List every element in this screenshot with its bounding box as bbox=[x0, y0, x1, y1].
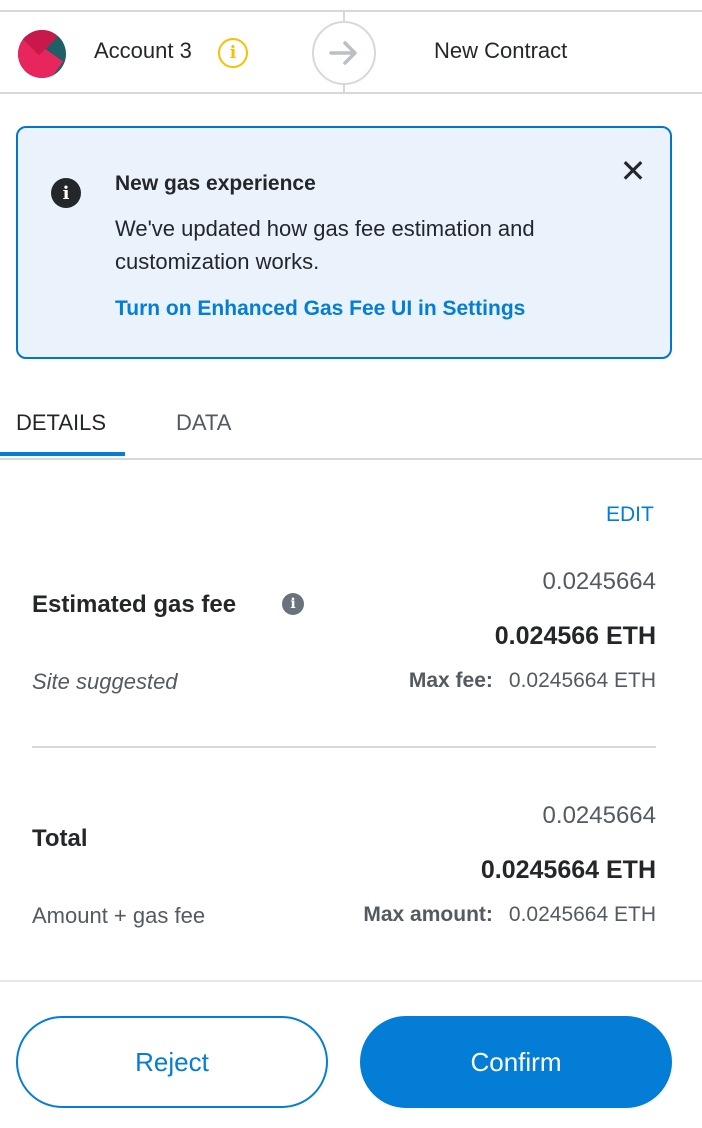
sender-to-recipient-bar: Account 3 i New Contract bbox=[0, 10, 702, 94]
enhanced-gas-settings-link[interactable]: Turn on Enhanced Gas Fee UI in Settings bbox=[115, 297, 525, 321]
active-tab-indicator bbox=[0, 452, 125, 456]
gas-fee-source: Site suggested bbox=[32, 669, 178, 694]
total-label: Total bbox=[32, 825, 88, 852]
total-secondary-value: 0.0245664 bbox=[542, 802, 656, 829]
tab-bar: DETAILS DATA bbox=[0, 394, 702, 460]
total-primary-value: 0.0245664 ETH bbox=[480, 856, 656, 884]
action-footer: Reject Confirm bbox=[0, 980, 702, 1128]
max-fee-row: Max fee: 0.0245664 ETH bbox=[409, 669, 656, 693]
details-divider bbox=[32, 746, 656, 748]
edit-gas-button[interactable]: EDIT bbox=[606, 503, 654, 527]
arrow-right-icon bbox=[312, 21, 376, 85]
close-icon[interactable]: ✕ bbox=[616, 154, 650, 188]
account-info-icon[interactable]: i bbox=[218, 38, 248, 68]
notice-body: We've updated how gas fee estimation and… bbox=[115, 216, 535, 274]
total-sub-label: Amount + gas fee bbox=[32, 903, 206, 928]
confirm-button[interactable]: Confirm bbox=[360, 1016, 672, 1108]
max-amount-label: Max amount: bbox=[363, 903, 493, 926]
gas-fee-info-icon[interactable]: i bbox=[282, 593, 304, 615]
gas-fee-secondary-value: 0.0245664 bbox=[542, 568, 656, 595]
confirm-transaction-page: Account 3 i New Contract i New gas exper… bbox=[0, 0, 702, 1128]
gas-experience-notice: i New gas experience We've updated how g… bbox=[16, 126, 672, 359]
gas-fee-primary-value: 0.024566 ETH bbox=[494, 622, 656, 650]
notice-title: New gas experience bbox=[115, 172, 316, 195]
account-avatar bbox=[18, 30, 66, 78]
estimated-gas-fee-label: Estimated gas fee bbox=[32, 591, 237, 618]
info-icon: i bbox=[51, 178, 81, 208]
tab-data[interactable]: DATA bbox=[176, 410, 231, 436]
recipient-label: New Contract bbox=[434, 38, 568, 63]
max-amount-row: Max amount: 0.0245664 ETH bbox=[363, 903, 656, 927]
max-fee-label: Max fee: bbox=[408, 669, 493, 692]
max-fee-value: 0.0245664 ETH bbox=[508, 669, 656, 692]
reject-button[interactable]: Reject bbox=[16, 1016, 328, 1108]
sender-account-name[interactable]: Account 3 bbox=[94, 38, 192, 64]
max-amount-value: 0.0245664 ETH bbox=[508, 903, 656, 926]
tab-details[interactable]: DETAILS bbox=[16, 410, 106, 436]
